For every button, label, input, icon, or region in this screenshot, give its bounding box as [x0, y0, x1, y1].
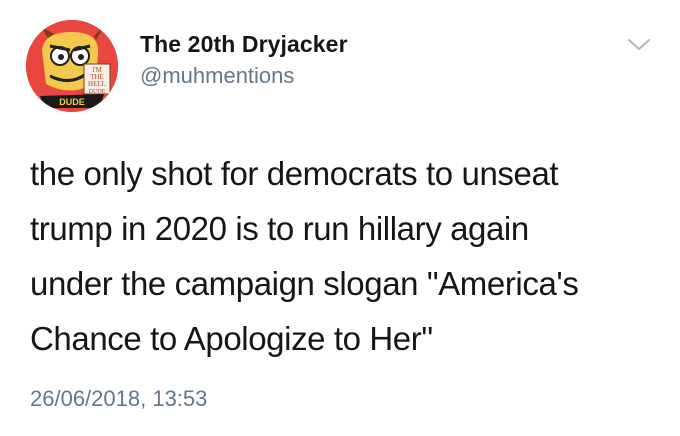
- display-name[interactable]: The 20th Dryjacker: [140, 30, 348, 58]
- tweet-text-line: Chance to Apologize to Her": [30, 320, 433, 357]
- avatar[interactable]: I'M THE HELL DUDE DUDE: [26, 20, 118, 112]
- tweet-menu-button[interactable]: [626, 36, 652, 54]
- avatar-image: I'M THE HELL DUDE DUDE: [26, 20, 118, 112]
- user-handle[interactable]: @muhmentions: [140, 62, 348, 90]
- tweet-text-line: the only shot for democrats to unseat: [30, 155, 559, 192]
- tweet-text-line: trump in 2020 is to run hillary again: [30, 210, 529, 247]
- tweet-text-line: under the campaign slogan "America's: [30, 265, 579, 302]
- tweet-card: I'M THE HELL DUDE DUDE The 20th Dryjacke…: [0, 0, 680, 436]
- avatar-banner-text: DUDE: [59, 97, 85, 107]
- user-info: The 20th Dryjacker @muhmentions: [140, 30, 348, 90]
- tweet-text: the only shot for democrats to unseat tr…: [30, 146, 670, 366]
- chevron-down-icon: [628, 39, 650, 50]
- avatar-sign-line-3: HELL: [88, 80, 106, 88]
- tweet-timestamp[interactable]: 26/06/2018, 13:53: [30, 384, 207, 414]
